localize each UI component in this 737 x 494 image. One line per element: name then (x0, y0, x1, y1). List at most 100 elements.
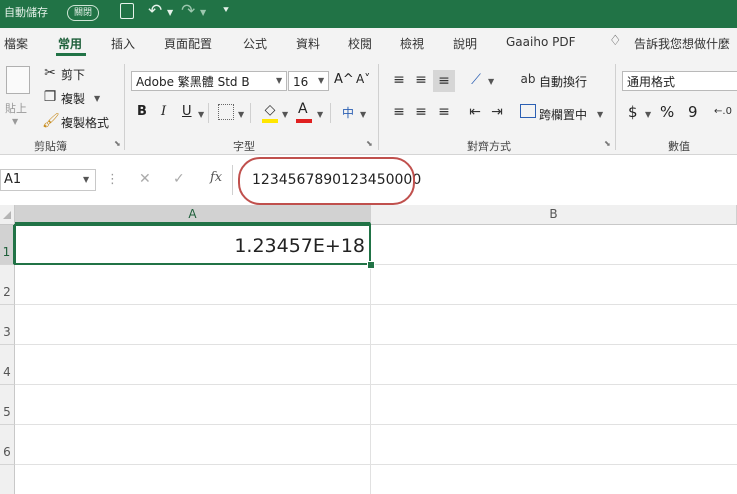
tab-help[interactable]: 說明 (453, 35, 477, 52)
cut-button[interactable]: 剪下 (61, 66, 85, 83)
copy-button[interactable]: 複製 (61, 90, 85, 107)
font-divider (250, 103, 251, 123)
wrap-text-icon[interactable]: ab (520, 70, 536, 88)
fill-color-icon[interactable]: ◇ (262, 101, 278, 119)
tab-gaaiho-pdf[interactable]: Gaaiho PDF (506, 35, 575, 49)
row-header-4[interactable]: 4 (0, 345, 15, 385)
copy-dropdown-icon[interactable]: ▼ (94, 94, 100, 103)
font-color-button[interactable]: A (298, 101, 308, 117)
paste-dropdown-icon[interactable]: ▼ (12, 117, 18, 126)
row-header-5[interactable]: 5 (0, 385, 15, 425)
tab-data[interactable]: 資料 (296, 35, 320, 52)
phonetic-guide-button[interactable]: 中 (342, 104, 354, 121)
autosave-toggle[interactable]: 關閉 (67, 5, 100, 21)
tab-insert[interactable]: 插入 (111, 35, 135, 52)
number-format-combo[interactable]: 通用格式 (622, 71, 737, 91)
row-header-1[interactable]: 1 (0, 225, 15, 265)
tab-view[interactable]: 檢視 (400, 35, 424, 52)
gridline (15, 384, 737, 385)
decrease-indent-icon[interactable]: ⇤ (466, 103, 484, 121)
select-all-corner[interactable] (0, 205, 15, 224)
row-header-6[interactable]: 6 (0, 425, 15, 465)
insert-function-icon[interactable]: fx (210, 170, 222, 185)
font-size-value: 16 (293, 75, 309, 89)
align-left-icon[interactable]: ≡ (390, 103, 408, 121)
tab-page-layout[interactable]: 頁面配置 (164, 35, 212, 52)
shrink-font-button[interactable]: A˅ (356, 72, 370, 86)
cell-a1-value: 1.23457E+18 (234, 235, 365, 257)
font-name-dropdown-icon[interactable]: ▼ (276, 76, 282, 85)
customize-toolbar-icon[interactable]: ⯆ (222, 5, 230, 16)
redo-icon[interactable]: ↷ (181, 1, 195, 21)
number-group-label: 數值 (668, 140, 690, 153)
undo-dropdown-icon[interactable]: ▼ (167, 8, 173, 17)
format-painter-icon[interactable]: 🖌 (42, 112, 60, 130)
underline-dropdown-icon[interactable]: ▼ (198, 110, 204, 119)
highlight-ring (238, 157, 415, 205)
orientation-dropdown-icon[interactable]: ▼ (488, 77, 494, 86)
accounting-dropdown-icon[interactable]: ▼ (645, 110, 651, 119)
paste-icon[interactable] (6, 66, 30, 94)
format-painter-button[interactable]: 複製格式 (61, 114, 109, 131)
align-center-icon[interactable]: ≡ (412, 103, 430, 121)
font-divider (330, 103, 331, 123)
accounting-format-button[interactable]: $ (628, 103, 638, 121)
font-launcher-icon[interactable]: ⬊ (366, 139, 373, 148)
group-divider (378, 64, 379, 150)
align-right-icon[interactable]: ≡ (435, 103, 453, 121)
phonetic-dropdown-icon[interactable]: ▼ (360, 110, 366, 119)
borders-icon[interactable] (218, 104, 234, 120)
paste-button[interactable]: 貼上 (5, 100, 27, 116)
increase-indent-icon[interactable]: ⇥ (488, 103, 506, 121)
scissors-icon[interactable]: ✂ (42, 64, 58, 82)
merge-dropdown-icon[interactable]: ▼ (597, 110, 603, 119)
redo-dropdown-icon[interactable]: ▼ (200, 8, 206, 17)
enter-entry-icon[interactable]: ✓ (173, 171, 185, 187)
tab-review[interactable]: 校閱 (348, 35, 372, 52)
fill-color-swatch (262, 119, 278, 123)
more-options-icon[interactable]: ⋮ (106, 172, 119, 187)
row-header-7[interactable] (0, 465, 15, 494)
font-color-swatch (296, 119, 312, 123)
grow-font-button[interactable]: A^ (334, 72, 354, 87)
copy-icon[interactable]: ❐ (42, 88, 58, 106)
tab-home[interactable]: 常用 (58, 35, 82, 52)
orientation-icon[interactable]: ⟋ (466, 71, 486, 89)
font-group-label: 字型 (233, 140, 255, 153)
undo-icon[interactable]: ↶ (148, 1, 162, 21)
name-box[interactable]: A1 ▼ (0, 169, 96, 191)
column-headers: A B (0, 205, 737, 225)
italic-button[interactable]: I (161, 104, 166, 119)
comma-style-button[interactable]: 9 (688, 103, 698, 121)
column-header-b[interactable]: B (371, 205, 737, 224)
font-color-dropdown-icon[interactable]: ▼ (317, 110, 323, 119)
wrap-text-button[interactable]: 自動換行 (539, 73, 587, 90)
row-header-3[interactable]: 3 (0, 305, 15, 345)
name-box-dropdown-icon[interactable]: ▼ (83, 175, 89, 184)
align-middle-icon[interactable]: ≡ (412, 71, 430, 89)
tell-me-search[interactable]: 告訴我您想做什麼 (634, 35, 730, 52)
font-size-dropdown-icon[interactable]: ▼ (318, 76, 324, 85)
borders-dropdown-icon[interactable]: ▼ (238, 110, 244, 119)
fill-color-dropdown-icon[interactable]: ▼ (282, 110, 288, 119)
save-icon[interactable] (120, 3, 134, 19)
align-top-icon[interactable]: ≡ (390, 71, 408, 89)
fill-handle[interactable] (367, 261, 375, 269)
font-name-combo[interactable]: Adobe 繁黑體 Std B (131, 71, 287, 91)
gridline (15, 424, 737, 425)
alignment-launcher-icon[interactable]: ⬊ (604, 139, 611, 148)
column-header-a[interactable]: A (15, 205, 371, 224)
merge-center-icon[interactable] (520, 104, 536, 118)
underline-button[interactable]: U (182, 104, 192, 119)
align-bottom-icon[interactable]: ≡ (435, 72, 453, 90)
clipboard-launcher-icon[interactable]: ⬊ (114, 139, 121, 148)
merge-center-button[interactable]: 跨欄置中 (539, 106, 587, 123)
increase-decimal-icon[interactable]: ←.0 (712, 103, 734, 121)
bold-button[interactable]: B (137, 104, 147, 119)
cancel-entry-icon[interactable]: ✕ (139, 171, 151, 187)
row-header-2[interactable]: 2 (0, 265, 15, 305)
tab-formulas[interactable]: 公式 (243, 35, 267, 52)
tab-file[interactable]: 檔案 (4, 35, 28, 52)
cell-a1[interactable]: 1.23457E+18 (14, 224, 371, 265)
percent-style-button[interactable]: % (660, 103, 674, 121)
